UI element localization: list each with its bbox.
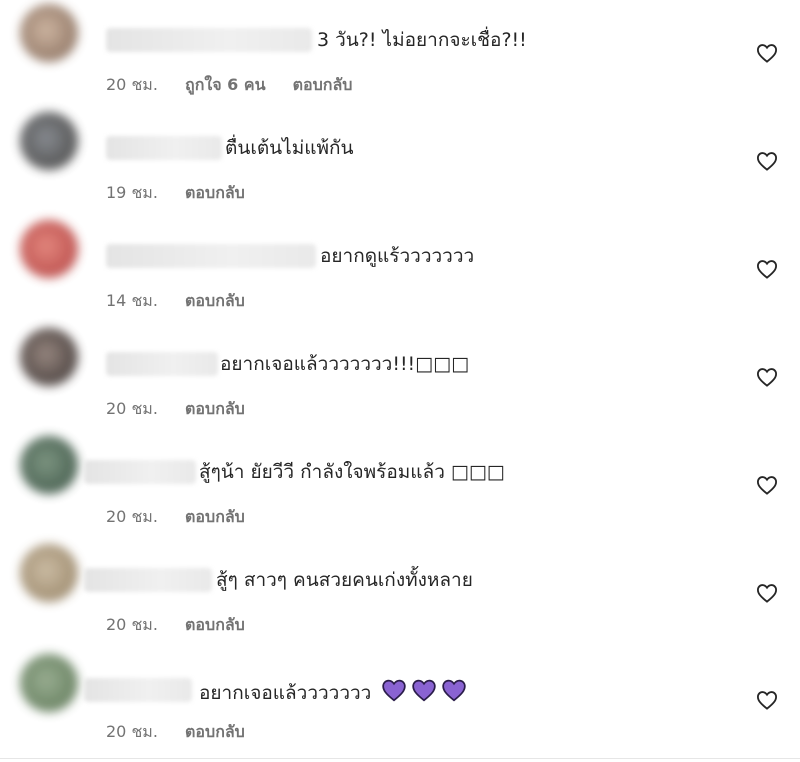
comment-text: อยากดูแร้ววววววว	[320, 245, 475, 267]
comment-time: 20 ชม.	[106, 399, 158, 418]
comment-time: 19 ชม.	[106, 183, 158, 202]
divider	[0, 758, 800, 759]
comment-text: 3 วัน?! ไม่อยากจะเชื่อ?!!	[317, 29, 527, 51]
purple-heart-icon	[411, 678, 437, 708]
avatar[interactable]	[20, 544, 78, 602]
comment-item: อยากเจอแล้ววววววว!!!□□□ 20 ชม. ตอบกลับ	[0, 324, 800, 431]
username-blurred[interactable]	[106, 136, 222, 160]
like-heart-icon[interactable]	[756, 690, 778, 710]
comment-time: 20 ชม.	[106, 615, 158, 634]
comment-text: ตื่นเต้นไม่แพ้กัน	[225, 137, 354, 159]
reply-button[interactable]: ตอบกลับ	[293, 75, 353, 94]
like-heart-icon[interactable]	[756, 151, 778, 171]
comment-meta: 20 ชม. ตอบกลับ	[106, 399, 267, 419]
comment-likes[interactable]: ถูกใจ 6 คน	[185, 75, 265, 94]
comment-text: สู้ๆน้า ยัยวีวี กำลังใจพร้อมแล้ว □□□	[199, 461, 505, 483]
avatar[interactable]	[20, 328, 78, 386]
comment-meta: 20 ชม. ตอบกลับ	[106, 507, 267, 527]
avatar[interactable]	[20, 112, 78, 170]
avatar[interactable]	[20, 436, 78, 494]
avatar[interactable]	[20, 4, 78, 62]
avatar[interactable]	[20, 220, 78, 278]
comment-text: สู้ๆ สาวๆ คนสวยคนเก่งทั้งหลาย	[216, 569, 473, 591]
comment-text-wrap: อยากเจอแล้ววววววว	[199, 678, 467, 708]
comment-time: 20 ชม.	[106, 75, 158, 94]
username-blurred[interactable]	[84, 568, 212, 592]
comment-text: อยากเจอแล้ววววววว	[199, 682, 372, 704]
like-heart-icon[interactable]	[756, 583, 778, 603]
comment-time: 20 ชม.	[106, 722, 158, 741]
like-heart-icon[interactable]	[756, 475, 778, 495]
reply-button[interactable]: ตอบกลับ	[185, 399, 245, 418]
comment-time: 14 ชม.	[106, 291, 158, 310]
comment-item: อยากเจอแล้ววววววว 20 ชม. ตอบกลับ	[0, 650, 800, 757]
reply-button[interactable]: ตอบกลับ	[185, 722, 245, 741]
reply-button[interactable]: ตอบกลับ	[185, 507, 245, 526]
comment-meta: 14 ชม. ตอบกลับ	[106, 291, 267, 311]
username-blurred[interactable]	[106, 28, 312, 52]
avatar[interactable]	[20, 654, 78, 712]
like-heart-icon[interactable]	[756, 43, 778, 63]
comment-text: อยากเจอแล้ววววววว!!!□□□	[220, 353, 470, 375]
like-heart-icon[interactable]	[756, 367, 778, 387]
comment-item: อยากดูแร้ววววววว 14 ชม. ตอบกลับ	[0, 216, 800, 323]
comment-item: ตื่นเต้นไม่แพ้กัน 19 ชม. ตอบกลับ	[0, 108, 800, 215]
comment-time: 20 ชม.	[106, 507, 158, 526]
username-blurred[interactable]	[84, 460, 196, 484]
comment-item: สู้ๆน้า ยัยวีวี กำลังใจพร้อมแล้ว □□□ 20 …	[0, 432, 800, 539]
comment-meta: 20 ชม. ตอบกลับ	[106, 722, 267, 742]
reply-button[interactable]: ตอบกลับ	[185, 615, 245, 634]
comment-item: สู้ๆ สาวๆ คนสวยคนเก่งทั้งหลาย 20 ชม. ตอบ…	[0, 540, 800, 647]
username-blurred[interactable]	[84, 678, 192, 702]
comment-item: 3 วัน?! ไม่อยากจะเชื่อ?!! 20 ชม. ถูกใจ 6…	[0, 0, 800, 107]
purple-heart-icon	[381, 678, 407, 708]
comment-meta: 20 ชม. ถูกใจ 6 คน ตอบกลับ	[106, 75, 374, 95]
purple-heart-icon	[441, 678, 467, 708]
reply-button[interactable]: ตอบกลับ	[185, 291, 245, 310]
comment-meta: 19 ชม. ตอบกลับ	[106, 183, 267, 203]
username-blurred[interactable]	[106, 244, 316, 268]
comment-meta: 20 ชม. ตอบกลับ	[106, 615, 267, 635]
comment-list: 3 วัน?! ไม่อยากจะเชื่อ?!! 20 ชม. ถูกใจ 6…	[0, 0, 800, 762]
reply-button[interactable]: ตอบกลับ	[185, 183, 245, 202]
username-blurred[interactable]	[106, 352, 218, 376]
like-heart-icon[interactable]	[756, 259, 778, 279]
